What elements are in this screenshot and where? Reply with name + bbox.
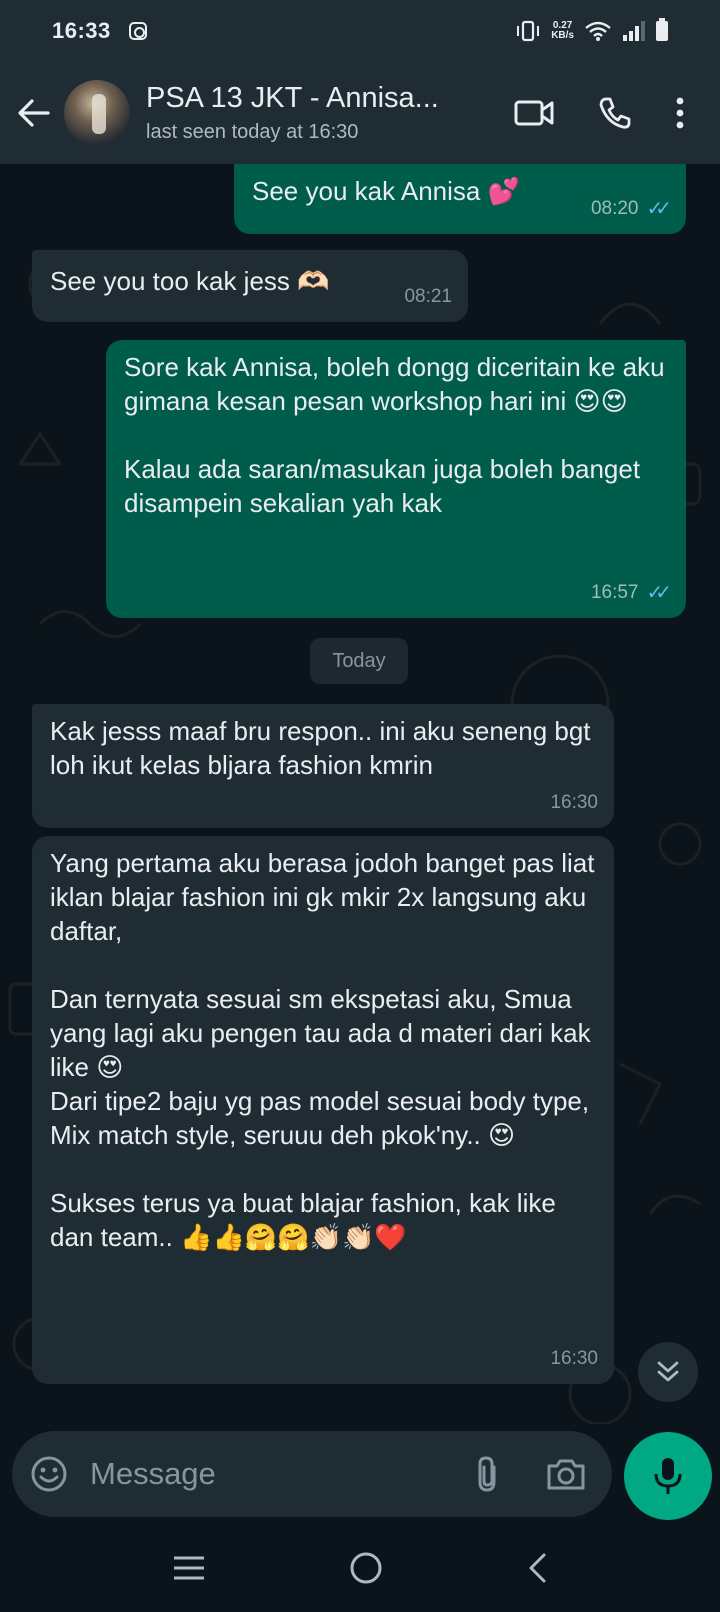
read-receipt-icon: ✓✓	[646, 198, 671, 220]
status-bar: 16:33 0.27 KB/s	[0, 0, 720, 62]
microphone-icon	[654, 1458, 682, 1494]
day-divider: Today	[310, 638, 408, 684]
video-call-icon[interactable]	[514, 98, 554, 128]
message-meta: 08:21	[404, 280, 452, 314]
message-bubble[interactable]: Sore kak Annisa, boleh dongg diceritain …	[106, 340, 686, 618]
more-options-icon[interactable]	[676, 97, 684, 129]
back-button[interactable]	[4, 83, 64, 143]
scroll-to-bottom-button[interactable]	[638, 1342, 698, 1402]
battery-icon	[656, 18, 668, 41]
wifi-icon	[585, 21, 611, 41]
system-nav-bar	[0, 1524, 720, 1612]
attachment-icon[interactable]	[474, 1455, 500, 1493]
message-bubble[interactable]: See you kak Annisa 💕 08:20 ✓✓	[234, 164, 686, 234]
message-time: 08:20	[590, 198, 639, 219]
message-text: Kak jesss maaf bru respon.. ini aku sene…	[50, 716, 598, 780]
message-meta: 16:57 ✓✓	[590, 576, 672, 610]
voice-call-icon[interactable]	[598, 96, 632, 130]
vibrate-icon	[517, 20, 540, 42]
message-time: 08:21	[404, 286, 452, 307]
message-input-field[interactable]: Message	[12, 1431, 612, 1517]
message-text: Yang pertama aku berasa jodoh banget pas…	[50, 848, 595, 1252]
message-bubble[interactable]: Kak jesss maaf bru respon.. ini aku sene…	[32, 704, 614, 828]
chat-header: PSA 13 JKT - Annisa... last seen today a…	[0, 62, 720, 164]
camera-icon[interactable]	[546, 1457, 586, 1491]
instagram-icon	[128, 22, 147, 40]
message-text: See you too kak jess 🫶🏻	[50, 266, 330, 296]
composer-bar: Message	[0, 1424, 720, 1524]
back-nav-icon[interactable]	[526, 1552, 548, 1584]
message-meta: 08:20 ✓✓	[590, 192, 672, 226]
message-time: 16:30	[550, 1348, 598, 1369]
chat-area[interactable]: See you kak Annisa 💕 08:20 ✓✓ See you to…	[0, 164, 720, 1424]
message-bubble[interactable]: See you too kak jess 🫶🏻 08:21	[32, 250, 468, 322]
double-chevron-down-icon	[657, 1361, 679, 1382]
last-seen: last seen today at 16:30	[146, 121, 359, 143]
message-meta: 16:30	[550, 1342, 598, 1376]
message-meta: 16:30	[550, 786, 598, 820]
message-input[interactable]: Message	[90, 1456, 216, 1492]
home-icon[interactable]	[349, 1551, 383, 1585]
arrow-left-icon	[18, 99, 50, 127]
emoji-icon[interactable]	[30, 1455, 68, 1493]
status-icons: 0.27 KB/s	[515, 18, 668, 42]
message-time: 16:30	[550, 792, 598, 813]
message-time: 16:57	[590, 582, 639, 603]
network-speed: 0.27 KB/s	[551, 20, 574, 41]
contact-info[interactable]: PSA 13 JKT - Annisa... last seen today a…	[146, 82, 466, 144]
signal-icon	[623, 21, 645, 41]
composer-tools	[474, 1455, 586, 1493]
header-actions	[514, 96, 684, 130]
read-receipt-icon: ✓✓	[646, 582, 671, 604]
recent-apps-icon[interactable]	[172, 1555, 206, 1581]
avatar[interactable]	[64, 80, 130, 146]
voice-record-button[interactable]	[624, 1432, 712, 1520]
message-text: Sore kak Annisa, boleh dongg diceritain …	[124, 352, 665, 518]
message-bubble[interactable]: Yang pertama aku berasa jodoh banget pas…	[32, 836, 614, 1384]
contact-name: PSA 13 JKT - Annisa...	[146, 82, 439, 114]
status-time: 16:33	[52, 18, 111, 43]
